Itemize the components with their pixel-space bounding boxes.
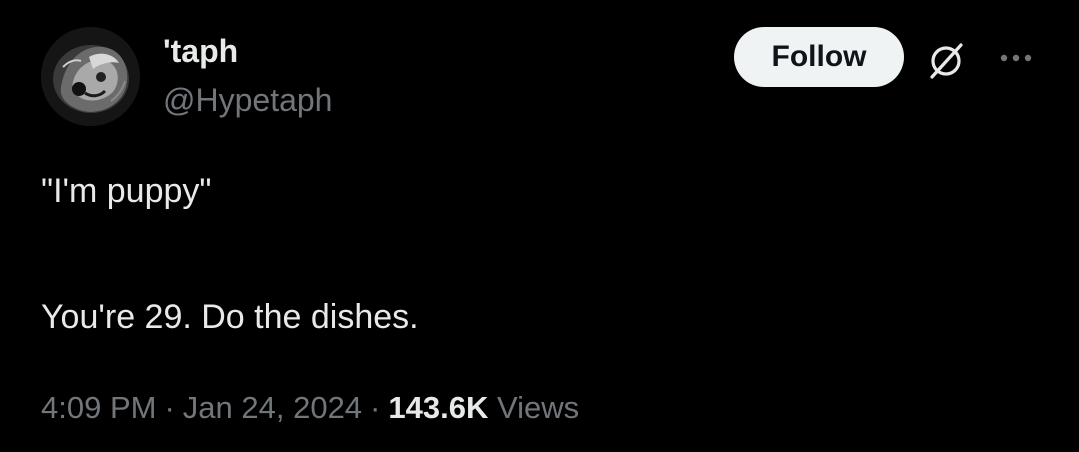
user-handle[interactable]: @Hypetaph bbox=[163, 82, 332, 118]
tweet-date[interactable]: Jan 24, 2024 bbox=[183, 390, 362, 425]
tweet-paragraph: "I'm puppy" bbox=[41, 172, 212, 210]
avatar-image bbox=[41, 27, 140, 126]
tweet-time[interactable]: 4:09 PM bbox=[41, 390, 156, 425]
follow-button[interactable]: Follow bbox=[734, 27, 904, 87]
views-label: Views bbox=[496, 390, 580, 425]
meta-separator: · bbox=[370, 390, 381, 425]
meta-separator: · bbox=[164, 390, 175, 425]
grok-icon[interactable] bbox=[924, 39, 968, 83]
tweet-text: "I'm puppy" You're 29. Do the dishes. bbox=[41, 170, 1031, 338]
tweet-card: 'taph @Hypetaph Follow "I'm puppy" You'r… bbox=[0, 0, 1079, 452]
views-count: 143.6K bbox=[388, 390, 489, 425]
display-name[interactable]: 'taph bbox=[163, 33, 238, 69]
ellipsis-icon[interactable] bbox=[996, 44, 1036, 72]
tweet-paragraph: You're 29. Do the dishes. bbox=[41, 298, 419, 336]
tweet-meta: 4:09 PM · Jan 24, 2024 · 143.6K Views bbox=[41, 388, 579, 428]
avatar[interactable] bbox=[41, 27, 140, 126]
